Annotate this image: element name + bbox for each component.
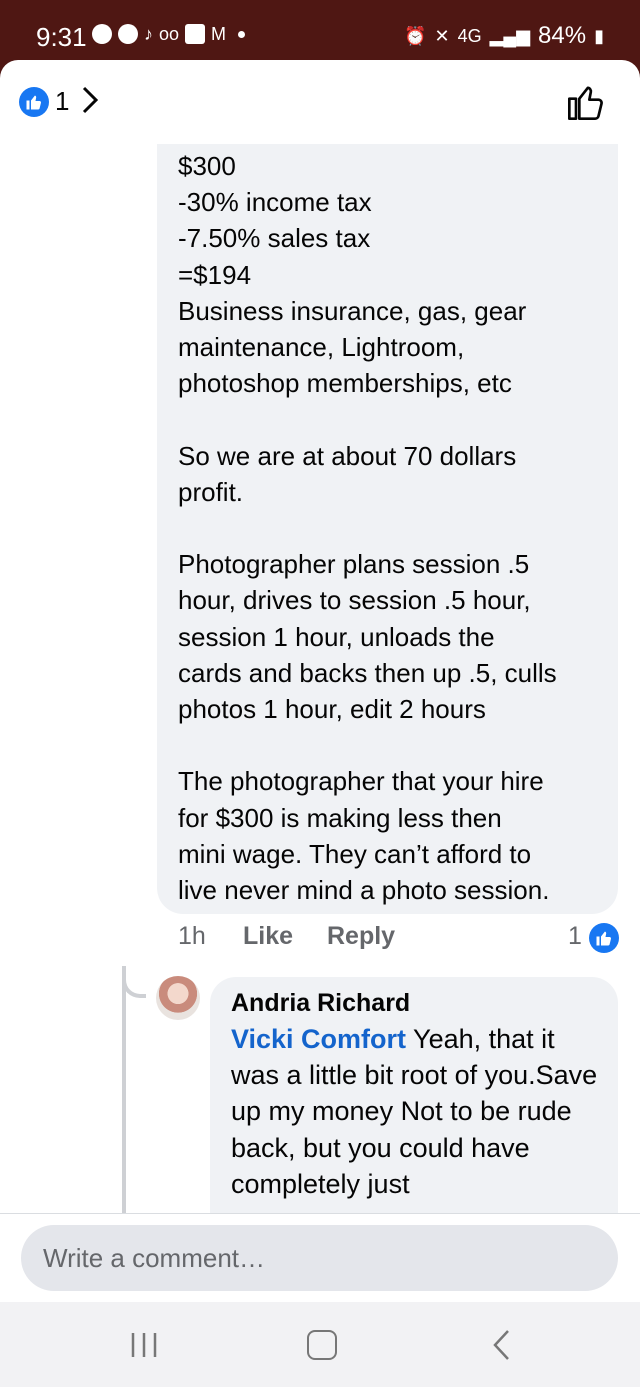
status-time: 9:31	[36, 22, 87, 52]
comments-sheet: 1 $300 -30% income tax -7.50% sales tax …	[0, 60, 640, 1302]
reply-text: Vicki Comfort Yeah, that it was a little…	[231, 1021, 601, 1202]
comment-like-button[interactable]: Like	[243, 922, 293, 951]
reaction-count[interactable]: 1	[55, 86, 69, 117]
battery-level: 84%	[538, 22, 587, 49]
status-right: ⏰ ✕ 4G ▂▄▆ 84% ▮	[404, 22, 604, 50]
messenger-icon	[118, 24, 138, 44]
system-nav-bar	[0, 1302, 640, 1387]
voicemail-icon: oo	[159, 24, 180, 44]
comment-reply-button[interactable]: Reply	[327, 922, 395, 951]
avatar[interactable]	[156, 976, 200, 1020]
mute-icon: ✕	[434, 26, 450, 46]
chevron-right-icon[interactable]	[78, 84, 102, 116]
comment-text: $300 -30% income tax -7.50% sales tax =$…	[178, 151, 557, 906]
comment-reaction-count[interactable]: 1	[568, 922, 582, 951]
reply-author[interactable]: Andria Richard	[231, 989, 410, 1018]
like-reaction-icon[interactable]	[589, 923, 619, 953]
back-icon[interactable]	[490, 1328, 514, 1362]
like-thumb-icon[interactable]	[566, 82, 606, 122]
signal-icon: ▂▄▆	[489, 26, 531, 46]
recent-apps-icon[interactable]	[130, 1330, 158, 1360]
comment-input[interactable]: Write a comment…	[21, 1225, 618, 1291]
battery-icon: ▮	[594, 26, 604, 46]
messenger-icon	[92, 24, 112, 44]
more-notifications-dot	[238, 30, 246, 38]
tiktok-icon: ♪	[144, 24, 153, 44]
home-icon[interactable]	[307, 1330, 337, 1360]
network-label: 4G	[457, 26, 482, 46]
reply-mention[interactable]: Vicki Comfort	[231, 1024, 406, 1054]
like-reaction-icon[interactable]	[19, 87, 49, 117]
comment-bubble: $300 -30% income tax -7.50% sales tax =$…	[157, 144, 618, 914]
app-icon	[185, 24, 206, 44]
notification-icons: ♪ oo M	[92, 24, 246, 44]
gmail-icon: M	[211, 24, 227, 44]
comment-time: 1h	[178, 922, 206, 950]
reactions-header: 1	[0, 60, 640, 144]
alarm-icon: ⏰	[404, 26, 427, 46]
comment-composer: Write a comment…	[0, 1213, 640, 1302]
